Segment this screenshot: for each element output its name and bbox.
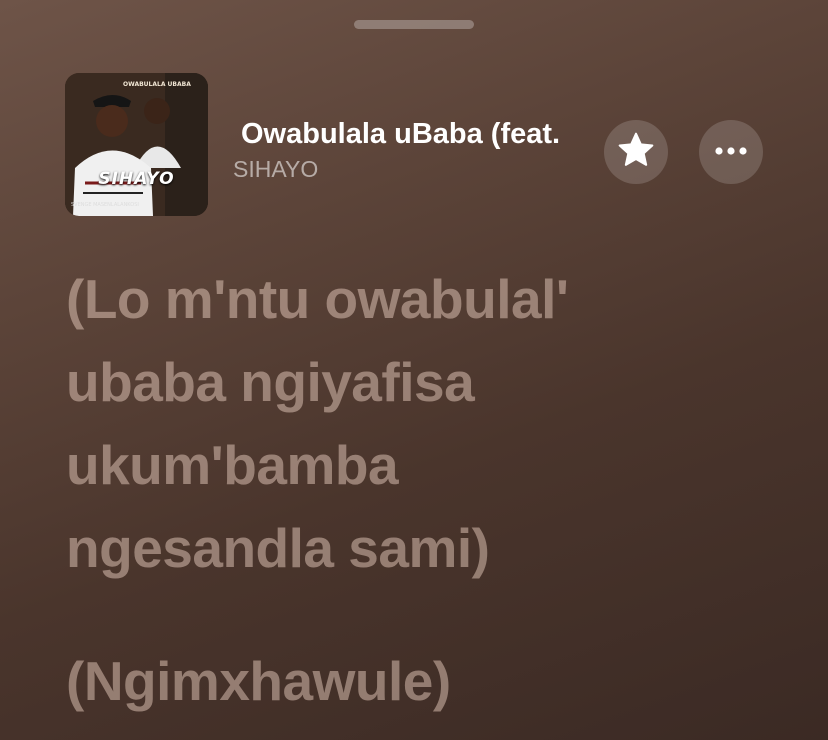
ellipsis-icon bbox=[714, 143, 748, 161]
lyric-line[interactable]: ukum'bamba bbox=[66, 424, 806, 507]
artwork-top-text: OWABULALA UBABA bbox=[123, 81, 191, 88]
favorite-button[interactable] bbox=[604, 120, 668, 184]
song-title[interactable]: Owabulala uBaba (feat. bbox=[241, 118, 593, 151]
album-artwork[interactable]: OWABULALA UBABA SIHAYO SVENGE MASENLALAN… bbox=[65, 73, 208, 216]
lyric-line[interactable]: (Ngimxhawule) bbox=[66, 640, 806, 723]
stanza-gap bbox=[66, 590, 806, 640]
artist-name[interactable]: SIHAYO bbox=[233, 156, 318, 183]
artwork-title-text: SIHAYO bbox=[98, 169, 175, 189]
lyrics-view[interactable]: (Lo m'ntu owabulal' ubaba ngiyafisa ukum… bbox=[66, 258, 806, 723]
star-icon bbox=[616, 130, 656, 175]
artwork-bottom-text: SVENGE MASENLALANKOSI bbox=[71, 202, 139, 208]
artwork-illustration bbox=[65, 73, 208, 216]
lyric-line[interactable]: (Lo m'ntu owabulal' bbox=[66, 258, 806, 341]
more-options-button[interactable] bbox=[699, 120, 763, 184]
lyric-line[interactable]: ubaba ngiyafisa bbox=[66, 341, 806, 424]
sheet-grabber[interactable] bbox=[354, 20, 474, 29]
lyric-line[interactable]: ngesandla sami) bbox=[66, 507, 806, 590]
